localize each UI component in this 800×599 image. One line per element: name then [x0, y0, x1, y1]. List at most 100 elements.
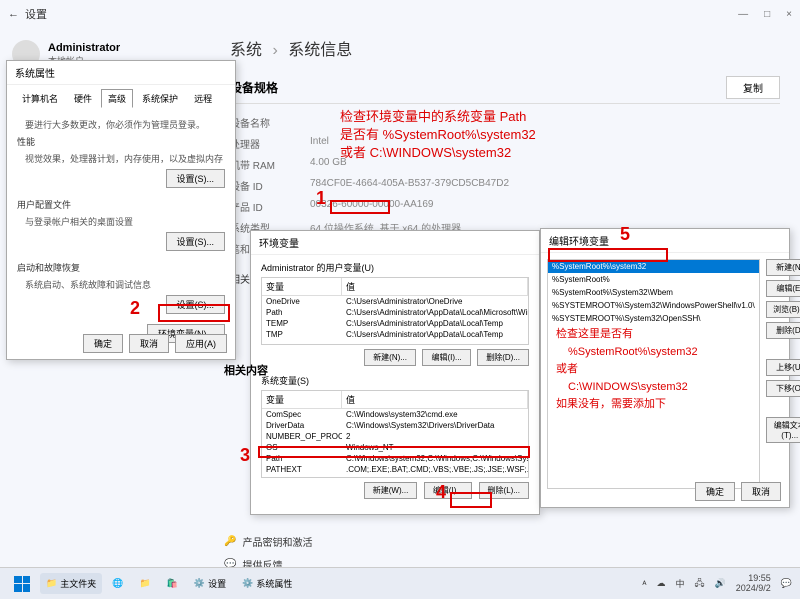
editvar-title: 编辑环境变量 [541, 229, 789, 253]
device-specs-header: 设备规格 [230, 79, 278, 96]
user-edit-button[interactable]: 编辑(I)... [422, 349, 470, 366]
user-vars-label: Administrator 的用户变量(U) [261, 261, 529, 274]
annotation-num-3: 3 [240, 445, 250, 466]
breadcrumb-sep: › [272, 42, 277, 59]
minimize-button[interactable]: — [738, 9, 748, 20]
perf-settings-button[interactable]: 设置(S)... [166, 169, 226, 188]
editvar-del[interactable]: 删除(D) [766, 322, 800, 339]
copy-button[interactable]: 复制 [726, 76, 780, 99]
editvar-item[interactable]: %SYSTEMROOT%\System32\WindowsPowerShell\… [548, 299, 759, 312]
perf-desc: 视觉效果，处理器计划，内存使用，以及虚拟内存 [17, 152, 225, 165]
taskbar-store[interactable]: 🛍️ [161, 574, 184, 593]
annotation-2-text: 检查这里是否有 %SystemRoot%\system32 或者 C:\WIND… [556, 326, 698, 414]
editvar-cancel[interactable]: 取消 [741, 482, 781, 501]
tray-network-icon[interactable]: 🖧 [694, 576, 704, 592]
close-button[interactable]: × [786, 9, 792, 20]
startup-desc: 系统启动、系统故障和调试信息 [17, 278, 225, 291]
taskbar-explorer[interactable]: 📁 主文件夹 [40, 573, 102, 594]
userprof-desc: 与登录帐户相关的桌面设置 [17, 215, 225, 228]
tray-ime-icon[interactable]: 中 [675, 577, 684, 590]
editvar-item[interactable]: %SYSTEMROOT%\System32\OpenSSH\ [548, 312, 759, 325]
col-value: 值 [342, 278, 528, 295]
editvar-item[interactable]: %SystemRoot%\System32\Wbem [548, 286, 759, 299]
taskbar-edge[interactable]: 🌐 [106, 574, 129, 593]
envvar-row[interactable]: ComSpecC:\Windows\system32\cmd.exe [262, 409, 528, 420]
envvar-row[interactable]: PathC:\Users\Administrator\AppData\Local… [262, 307, 528, 318]
envvar-row[interactable]: TMPC:\Users\Administrator\AppData\Local\… [262, 329, 528, 340]
spec-row: 设备 ID784CF0E-4664-405A-B537-379CD5CB47D2 [230, 175, 780, 196]
editvar-up[interactable]: 上移(U) [766, 359, 800, 376]
envvar-row[interactable]: PATHEXT.COM;.EXE;.BAT;.CMD;.VBS;.VBE;.JS… [262, 464, 528, 475]
taskbar-folder[interactable]: 📁 [133, 574, 156, 593]
envvar-row[interactable]: OneDriveC:\Users\Administrator\OneDrive [262, 296, 528, 307]
sysprop-tab[interactable]: 远程 [187, 89, 219, 108]
annotation-num-5: 5 [620, 224, 630, 245]
col-name: 变量 [262, 278, 342, 295]
editvar-ok[interactable]: 确定 [695, 482, 735, 501]
sysprop-tab[interactable]: 硬件 [67, 89, 99, 108]
userprof-title: 用户配置文件 [17, 198, 225, 211]
startup-title: 启动和故障恢复 [17, 261, 225, 274]
user-new-button[interactable]: 新建(N)... [364, 349, 416, 366]
envvar-row[interactable]: NUMBER_OF_PROCESSORS2 [262, 431, 528, 442]
editvar-edit[interactable]: 编辑(E) [766, 280, 800, 297]
key-icon: 🔑 [224, 536, 236, 547]
annotation-1-text: 检查环境变量中的系统变量 Path 是否有 %SystemRoot%\syste… [340, 108, 536, 163]
editvar-item[interactable]: %SystemRoot% [548, 273, 759, 286]
userprof-settings-button[interactable]: 设置(S)... [166, 232, 226, 251]
user-name: Administrator [48, 42, 120, 54]
taskbar-sysprop[interactable]: ⚙️ 系统属性 [236, 573, 298, 594]
link-product-key[interactable]: 🔑产品密钥和激活 [224, 530, 312, 553]
envvar-row[interactable]: PathC:\Windows\system32;C:\Windows;C:\Wi… [262, 453, 528, 464]
annotation-num-1: 1 [316, 188, 326, 209]
related-header: 相关内容 [224, 362, 268, 378]
system-properties-dialog: 系统属性 计算机名硬件高级系统保护远程 要进行大多数更改，你必须作为管理员登录。… [6, 60, 236, 360]
perf-title: 性能 [17, 135, 225, 148]
editvar-edittext[interactable]: 编辑文本(T)... [766, 417, 800, 443]
editvar-browse[interactable]: 浏览(B)... [766, 301, 800, 318]
sys-new-button[interactable]: 新建(W)... [364, 482, 418, 499]
tray-cloud-icon[interactable]: ☁ [656, 578, 665, 589]
envvar-row[interactable]: TEMPC:\Users\Administrator\AppData\Local… [262, 318, 528, 329]
sysprop-tab[interactable]: 高级 [101, 89, 133, 108]
sys-del-button[interactable]: 删除(L)... [479, 482, 529, 499]
sys-vars-label: 系统变量(S) [261, 374, 529, 387]
envvar-title: 环境变量 [251, 231, 539, 255]
editvar-item[interactable]: %SystemRoot%\system32 [548, 260, 759, 273]
sys-edit-button[interactable]: 编辑(I)... [424, 482, 472, 499]
envvar-row[interactable]: OSWindows_NT [262, 442, 528, 453]
editvar-new[interactable]: 新建(N) [766, 259, 800, 276]
titlebar: ← 设置 — □ × [0, 0, 800, 28]
breadcrumb: 系统 › 系统信息 [230, 36, 780, 60]
startup-settings-button[interactable]: 设置(S)... [166, 295, 226, 314]
envvar-row[interactable]: DriverDataC:\Windows\System32\Drivers\Dr… [262, 420, 528, 431]
tray-notify-icon[interactable]: 💬 [781, 578, 792, 589]
breadcrumb-about: 系统信息 [288, 42, 352, 59]
tray-volume-icon[interactable]: 🔊 [715, 578, 726, 589]
taskbar: 📁 主文件夹 🌐 📁 🛍️ ⚙️ 设置 ⚙️ 系统属性 ᴬ ☁ 中 🖧 🔊 19… [0, 567, 800, 599]
taskbar-settings[interactable]: ⚙️ 设置 [188, 573, 232, 594]
annotation-num-2: 2 [130, 298, 140, 319]
taskbar-date[interactable]: 2024/9/2 [736, 584, 771, 594]
envvar-dialog: 环境变量 Administrator 的用户变量(U) 变量 值 OneDriv… [250, 230, 540, 515]
breadcrumb-system[interactable]: 系统 [230, 42, 262, 59]
maximize-button[interactable]: □ [764, 9, 770, 20]
user-del-button[interactable]: 删除(D)... [477, 349, 529, 366]
sysprop-tab[interactable]: 系统保护 [135, 89, 185, 108]
start-button[interactable] [8, 572, 36, 596]
annotation-num-4: 4 [436, 482, 446, 503]
sysprop-ok[interactable]: 确定 [83, 334, 123, 353]
sysprop-apply[interactable]: 应用(A) [175, 334, 227, 353]
tray-up-icon[interactable]: ᴬ [642, 579, 646, 589]
back-icon[interactable]: ← [8, 8, 19, 20]
sysprop-cancel[interactable]: 取消 [129, 334, 169, 353]
envvar-row[interactable]: PROCESSOR_ARCHITECT...AMD64 [262, 475, 528, 478]
sysprop-title: 系统属性 [7, 61, 235, 85]
editvar-down[interactable]: 下移(O) [766, 380, 800, 397]
sys-vars-list[interactable]: 变量 值 ComSpecC:\Windows\system32\cmd.exeD… [261, 390, 529, 478]
sysprop-note: 要进行大多数更改，你必须作为管理员登录。 [17, 118, 225, 131]
sysprop-tab[interactable]: 计算机名 [15, 89, 65, 108]
user-vars-list[interactable]: 变量 值 OneDriveC:\Users\Administrator\OneD… [261, 277, 529, 345]
spec-row: 产品 ID00326-60000-00000-AA169 [230, 196, 780, 217]
window-title: 设置 [25, 6, 47, 22]
